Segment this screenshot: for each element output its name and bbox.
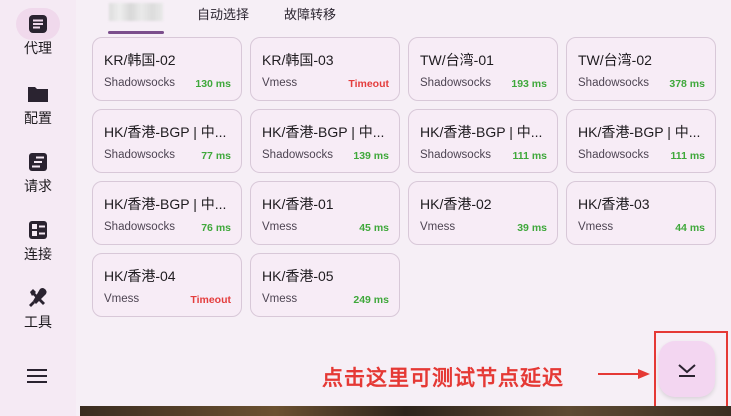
proxy-name: TW/台湾-02 [578,52,652,68]
sidebar-item-profiles[interactable]: 配置 [0,82,76,128]
proxy-type: Shadowsocks [578,77,649,89]
proxy-name: HK/香港-BGP | 中... [578,124,701,140]
sidebar-item-label: 配置 [24,110,52,126]
proxy-card[interactable]: HK/香港-03 Vmess 44 ms [566,181,716,245]
proxy-name: HK/香港-BGP | 中... [262,124,385,140]
background-strip [80,406,731,416]
proxy-delay[interactable]: 193 ms [511,78,547,90]
tab-redacted[interactable] [109,3,163,21]
proxy-card[interactable]: HK/香港-BGP | 中... Shadowsocks 111 ms [408,109,558,173]
sidebar-item-label: 代理 [24,40,52,56]
proxy-name: HK/香港-BGP | 中... [104,124,227,140]
sidebar-item-tools[interactable]: 工具 [0,286,76,332]
proxy-name: KR/韩国-03 [262,52,334,68]
proxy-type: Vmess [578,221,614,233]
proxy-type: Shadowsocks [262,149,333,161]
proxy-name: HK/香港-02 [420,196,492,212]
annotation-arrow [598,369,650,379]
sidebar-item-proxy[interactable]: 代理 [0,12,76,58]
annotation-text: 点击这里可测试节点延迟 [322,367,564,390]
proxy-type: Vmess [104,293,140,305]
proxy-card[interactable]: KR/韩国-03 Vmess Timeout [250,37,400,101]
proxy-card[interactable]: HK/香港-BGP | 中... Shadowsocks 111 ms [566,109,716,173]
tab-failover[interactable]: 故障转移 [284,4,336,23]
sidebar-item-requests[interactable]: 请求 [0,150,76,196]
proxy-delay[interactable]: Timeout [348,78,389,90]
proxy-name: HK/香港-01 [262,196,334,212]
folder-icon [28,87,48,102]
proxy-delay[interactable]: 44 ms [675,222,705,234]
proxy-delay[interactable]: 39 ms [517,222,547,234]
proxy-delay[interactable]: Timeout [190,294,231,306]
proxy-delay[interactable]: 111 ms [671,150,705,162]
proxy-type: Shadowsocks [104,221,175,233]
proxy-type: Vmess [262,293,298,305]
proxy-group-tabs: 自动选择 故障转移 [92,0,712,34]
proxy-card[interactable]: TW/台湾-01 Shadowsocks 193 ms [408,37,558,101]
connections-icon [29,221,47,239]
proxy-delay[interactable]: 111 ms [513,150,547,162]
proxy-name: TW/台湾-01 [420,52,494,68]
proxy-delay[interactable]: 249 ms [353,294,389,306]
menu-button[interactable] [24,364,52,388]
tab-active-indicator [108,31,164,34]
proxy-delay[interactable]: 77 ms [201,150,231,162]
proxy-type: Vmess [262,221,298,233]
proxy-delay[interactable]: 378 ms [669,78,705,90]
proxy-card[interactable]: HK/香港-05 Vmess 249 ms [250,253,400,317]
sidebar-item-label: 请求 [24,178,52,194]
tools-icon [29,288,47,307]
sidebar-item-connections[interactable]: 连接 [0,218,76,264]
proxy-name: HK/香港-BGP | 中... [420,124,543,140]
proxy-card[interactable]: HK/香港-BGP | 中... Shadowsocks 76 ms [92,181,242,245]
proxy-card[interactable]: HK/香港-BGP | 中... Shadowsocks 77 ms [92,109,242,173]
sidebar-item-label: 连接 [24,246,52,262]
proxy-card[interactable]: KR/韩国-02 Shadowsocks 130 ms [92,37,242,101]
proxy-type: Shadowsocks [104,149,175,161]
proxy-name: HK/香港-04 [104,268,176,284]
proxy-card[interactable]: HK/香港-BGP | 中... Shadowsocks 139 ms [250,109,400,173]
tab-auto-select[interactable]: 自动选择 [197,4,249,23]
list-icon [29,15,47,33]
sidebar: 代理 配置 请求 连接 工具 [0,0,76,416]
proxy-card[interactable]: HK/香港-01 Vmess 45 ms [250,181,400,245]
proxy-name: HK/香港-05 [262,268,334,284]
proxy-delay[interactable]: 130 ms [195,78,231,90]
proxy-type: Vmess [262,77,298,89]
proxy-delay[interactable]: 139 ms [353,150,389,162]
proxy-card[interactable]: HK/香港-04 Vmess Timeout [92,253,242,317]
proxy-card[interactable]: TW/台湾-02 Shadowsocks 378 ms [566,37,716,101]
proxy-delay[interactable]: 76 ms [201,222,231,234]
sidebar-item-label: 工具 [24,314,52,330]
proxy-name: HK/香港-BGP | 中... [104,196,227,212]
proxy-type: Vmess [420,221,456,233]
proxy-type: Shadowsocks [104,77,175,89]
proxy-name: HK/香港-03 [578,196,650,212]
proxy-card[interactable]: HK/香港-02 Vmess 39 ms [408,181,558,245]
latency-test-icon [678,364,696,377]
requests-icon [29,153,47,171]
proxy-type: Shadowsocks [420,149,491,161]
proxy-type: Shadowsocks [420,77,491,89]
proxy-name: KR/韩国-02 [104,52,176,68]
latency-test-button[interactable] [659,341,715,397]
proxy-type: Shadowsocks [578,149,649,161]
hamburger-icon [27,369,47,383]
proxy-delay[interactable]: 45 ms [359,222,389,234]
